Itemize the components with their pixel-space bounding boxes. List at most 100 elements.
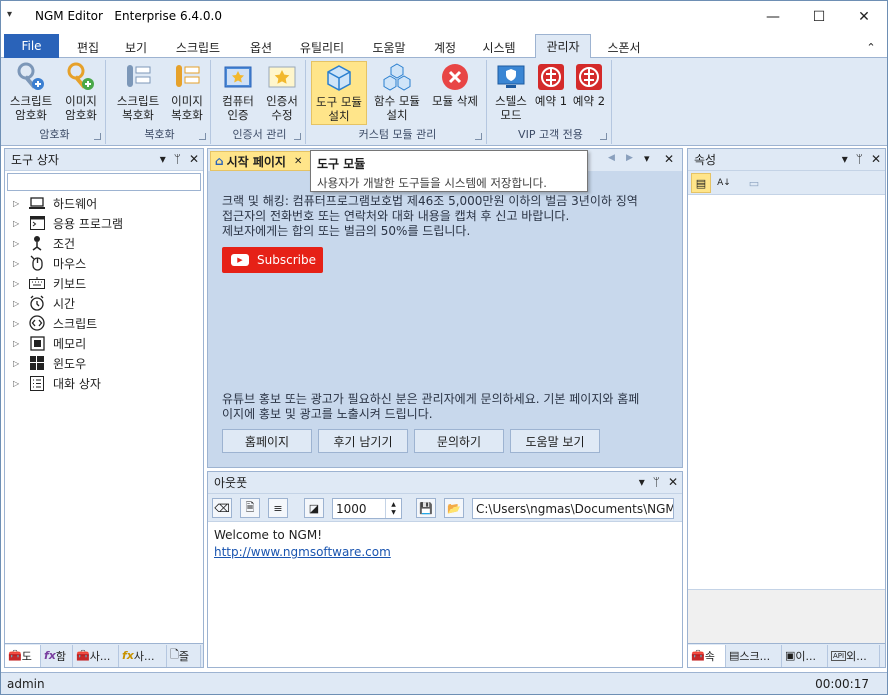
tab-view[interactable]: 보기 (115, 36, 157, 58)
expand-icon[interactable]: ▷ (13, 359, 27, 368)
decrypt-script-button[interactable]: 스크립트 복호화 (111, 61, 165, 125)
decrypt-image-button[interactable]: 이미지 복호화 (165, 61, 209, 125)
tab-images[interactable]: ▣ 이... (782, 644, 828, 667)
tree-item-label: 조건 (53, 236, 76, 251)
tree-item-condition[interactable]: ▷ 조건 (5, 233, 123, 253)
dropdown-icon[interactable]: ▾ (160, 152, 166, 166)
stepper-arrows-icon[interactable]: ▲ ▼ (385, 499, 401, 518)
tree-item-window[interactable]: ▷ 윈도우 (5, 353, 123, 373)
dropdown-icon[interactable]: ▾ (639, 475, 645, 489)
tree-item-dialog[interactable]: ▷ 대화 상자 (5, 373, 123, 393)
expand-icon[interactable]: ▷ (13, 299, 27, 308)
close-icon[interactable]: ✕ (664, 152, 674, 166)
tab-script-list[interactable]: ▤ 스크... (726, 644, 782, 667)
expand-icon[interactable]: ▷ (13, 379, 27, 388)
scroll-right-icon[interactable]: ▶ (626, 153, 633, 163)
computer-auth-button[interactable]: 컴퓨터 인증 (216, 61, 260, 125)
tree-item-hardware[interactable]: ▷ 하드웨어 (5, 193, 123, 213)
tree-item-memory[interactable]: ▷ 메모리 (5, 333, 123, 353)
help-button[interactable]: 도움말 보기 (510, 429, 600, 453)
close-icon[interactable]: ✕ (294, 156, 302, 167)
sort-az-icon[interactable]: A↓ (714, 173, 734, 193)
tab-user-tools[interactable]: 🧰 사... (73, 644, 119, 667)
tab-user-functions[interactable]: fx 사... (119, 644, 167, 667)
close-icon[interactable]: ✕ (668, 475, 678, 489)
pin-icon[interactable]: ᛘ (856, 152, 863, 166)
close-icon[interactable]: ✕ (189, 152, 199, 166)
expand-icon[interactable]: ▷ (13, 319, 27, 328)
output-path-field[interactable]: C:\Users\ngmas\Documents\NGM6\ (472, 498, 674, 519)
laptop-icon (27, 195, 47, 211)
tab-utility[interactable]: 유틸리티 (291, 36, 353, 58)
minimize-button[interactable]: — (750, 1, 796, 33)
file-tab[interactable]: File (4, 34, 59, 58)
lines-icon[interactable]: ≡ (268, 498, 288, 518)
clean-icon[interactable]: ⌫ (212, 498, 232, 518)
page-settings-icon[interactable]: 🗎 (240, 498, 260, 518)
categorized-icon[interactable]: ▤ (691, 173, 711, 193)
property-pages-icon[interactable]: ▭ (744, 173, 764, 193)
save-icon[interactable]: 💾 (416, 498, 436, 518)
homepage-button[interactable]: 홈페이지 (222, 429, 312, 453)
install-tool-module-button[interactable]: 도구 모듈 설치 (311, 61, 367, 125)
tree-item-keyboard[interactable]: ▷ 키보드 (5, 273, 123, 293)
expand-icon[interactable]: ▷ (13, 259, 27, 268)
close-button[interactable]: ✕ (841, 1, 887, 33)
tab-script[interactable]: 스크립트 (165, 36, 231, 58)
close-icon[interactable]: ✕ (871, 152, 881, 166)
expand-icon[interactable]: ▷ (13, 239, 27, 248)
reserved-1-button[interactable]: 예약 1 (532, 61, 570, 125)
folder-icon[interactable]: 📂 (444, 498, 464, 518)
expand-icon[interactable]: ▷ (13, 219, 27, 228)
quick-access-menu[interactable]: ▾ (7, 9, 12, 20)
youtube-subscribe-button[interactable]: ▶ Subscribe (222, 247, 323, 273)
dropdown-icon[interactable]: ▾ (842, 152, 848, 166)
tab-start-page[interactable]: ⌂ 시작 페이지 ✕ (210, 151, 318, 171)
group-launcher-icon[interactable] (199, 133, 206, 140)
group-launcher-icon[interactable] (294, 133, 301, 140)
pin-icon[interactable]: ᛘ (653, 475, 660, 489)
stealth-mode-button[interactable]: 스텔스 모드 (490, 61, 532, 125)
maximize-button[interactable]: ☐ (796, 1, 842, 33)
group-launcher-icon[interactable] (600, 133, 607, 140)
tree-item-mouse[interactable]: ▷ 마우스 (5, 253, 123, 273)
scroll-left-icon[interactable]: ◀ (608, 153, 615, 163)
tab-options[interactable]: 옵션 (241, 36, 281, 58)
install-function-module-button[interactable]: 함수 모듈 설치 (368, 61, 426, 125)
pin-icon[interactable]: ᛘ (174, 152, 181, 166)
tab-admin[interactable]: 관리자 (535, 34, 591, 59)
button-label: 설치 (328, 109, 350, 123)
output-limit-stepper[interactable]: 1000 ▲ ▼ (332, 498, 402, 519)
tree-item-time[interactable]: ▷ 시간 (5, 293, 123, 313)
group-launcher-icon[interactable] (94, 133, 101, 140)
tab-edit[interactable]: 편집 (67, 36, 109, 58)
tab-external[interactable]: API 외... (828, 644, 880, 667)
eraser-icon[interactable]: ◪ (304, 498, 324, 518)
toolbox-search-input[interactable] (7, 173, 201, 191)
edit-certificate-button[interactable]: 인증서 수정 (260, 61, 304, 125)
tab-properties[interactable]: 🧰 속 (688, 644, 726, 667)
tab-functions[interactable]: fx 함 (41, 644, 73, 667)
tab-sponsor[interactable]: 스폰서 (597, 36, 651, 58)
reserved-2-button[interactable]: 예약 2 (570, 61, 608, 125)
tab-toolbox[interactable]: 🧰 도 (5, 644, 41, 667)
write-review-button[interactable]: 후기 남기기 (318, 429, 408, 453)
output-link[interactable]: http://www.ngmsoftware.com (214, 545, 391, 559)
expand-icon[interactable]: ▷ (13, 339, 27, 348)
ribbon-collapse-icon[interactable]: ⌃ (861, 36, 881, 58)
delete-module-button[interactable]: 모듈 삭제 (426, 61, 484, 125)
tree-item-script[interactable]: ▷ 스크립트 (5, 313, 123, 333)
encrypt-image-button[interactable]: 이미지 암호화 (58, 61, 104, 125)
tab-account[interactable]: 계정 (425, 36, 465, 58)
tab-help[interactable]: 도움말 (363, 36, 415, 58)
group-launcher-icon[interactable] (475, 133, 482, 140)
tab-system[interactable]: 시스템 (473, 36, 525, 58)
tab-favorites[interactable]: 🗋 즐 (167, 644, 201, 667)
tab-label: 시작 페이지 (226, 154, 286, 169)
expand-icon[interactable]: ▷ (13, 199, 27, 208)
encrypt-script-button[interactable]: 스크립트 암호화 (6, 61, 56, 125)
contact-button[interactable]: 문의하기 (414, 429, 504, 453)
expand-icon[interactable]: ▷ (13, 279, 27, 288)
document-list-icon[interactable]: ▾ (644, 152, 650, 165)
tree-item-application[interactable]: ▷ 응용 프로그램 (5, 213, 123, 233)
